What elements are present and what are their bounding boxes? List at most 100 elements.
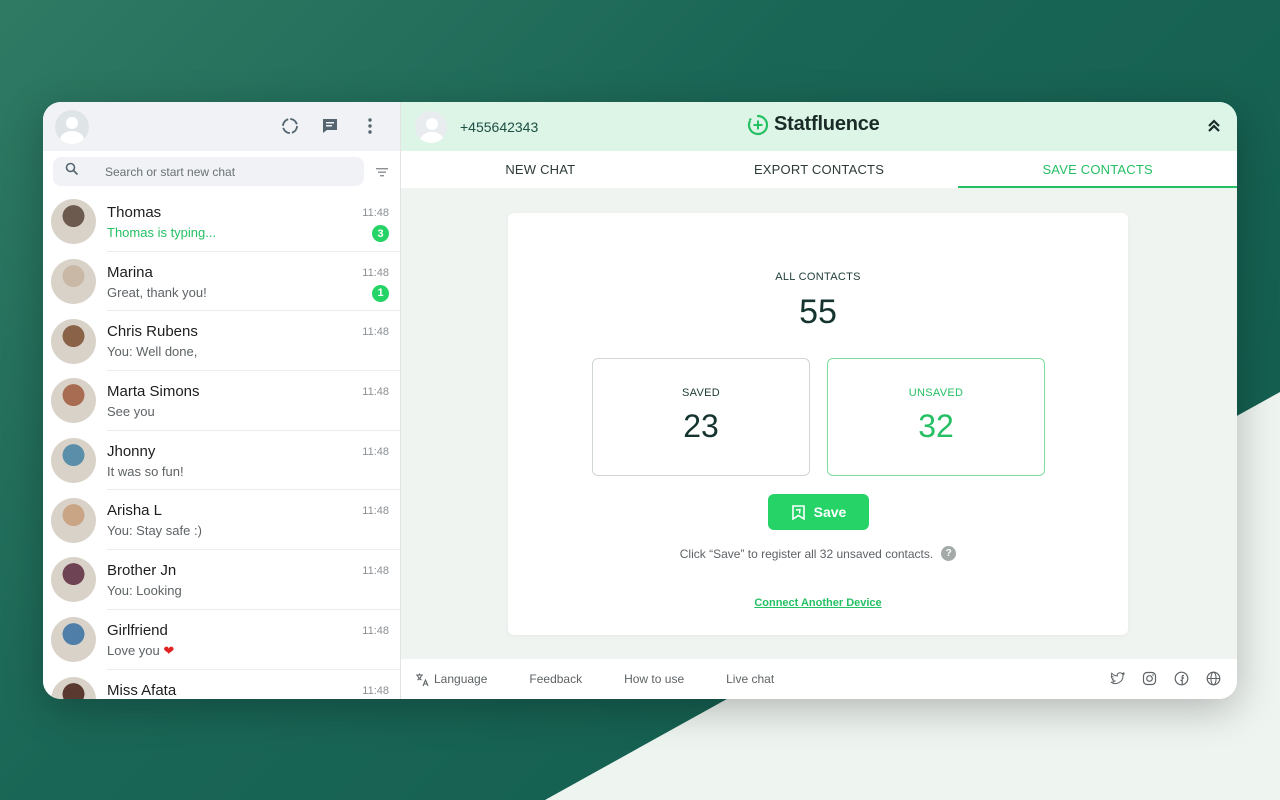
chat-list-item[interactable]: JhonnyIt was so fun!11:48 [43,431,400,491]
sidebar-header-actions [280,116,380,136]
all-contacts-label: ALL CONTACTS [508,271,1128,283]
chat-last-message: Thomas is typing... [107,224,400,242]
main-header: +455642343 Statfluence [401,102,1237,151]
chat-avatar [51,557,96,602]
tab-save-contacts[interactable]: SAVE CONTACTS [958,151,1237,188]
chat-list: ThomasThomas is typing...11:483MarinaGre… [43,192,400,699]
save-hint: Click “Save” to register all 32 unsaved … [508,546,1128,561]
brand-logo: Statfluence [747,113,880,136]
chat-last-message-text: It was so fun! [107,464,184,479]
chat-time: 11:48 [362,386,389,398]
chat-last-message: You: Stay safe :) [107,522,400,540]
chat-name: Girlfriend [107,622,400,640]
save-button-label: Save [814,504,847,520]
chat-name: Thomas [107,204,400,222]
save-icon [791,505,806,520]
save-button[interactable]: Save [768,494,869,530]
content-area: ALL CONTACTS 55 SAVED 23 UNSAVED 32 Save… [401,188,1237,659]
chat-body: MarinaGreat, thank you!11:481 [107,252,400,312]
chat-avatar [51,438,96,483]
saved-value: 23 [593,408,809,445]
chat-last-message-text: You: Looking [107,583,182,598]
app-window: ThomasThomas is typing...11:483MarinaGre… [43,102,1237,699]
phone-number: +455642343 [460,119,538,135]
language-link[interactable]: Language [415,672,487,687]
help-icon[interactable]: ? [941,546,956,561]
chat-body: Brother Jn You: Looking 11:48 [107,550,400,610]
sidebar-header [43,102,400,151]
status-icon[interactable] [280,116,300,136]
chat-list-item[interactable]: GirlfriendLove you ❤11:48 [43,610,400,670]
chat-last-message: Love you ❤ [107,642,400,660]
facebook-icon[interactable] [1174,671,1189,686]
all-contacts-value: 55 [508,293,1128,332]
chat-list-item[interactable]: Marta Simons See you 11:48 [43,371,400,431]
profile-avatar[interactable] [55,110,89,144]
chat-avatar [51,259,96,304]
collapse-chevrons-icon[interactable] [1205,117,1223,135]
unsaved-label: UNSAVED [828,387,1044,399]
chat-list-item[interactable]: Arisha LYou: Stay safe :)11:48 [43,490,400,550]
saved-box: SAVED 23 [592,358,810,476]
chat-last-message-text: You: Stay safe :) [107,523,202,538]
save-contacts-card: ALL CONTACTS 55 SAVED 23 UNSAVED 32 Save… [508,213,1128,635]
chat-body: ThomasThomas is typing...11:483 [107,192,400,252]
unread-badge: 3 [372,225,389,242]
chat-last-message-text: See you [107,404,155,419]
chat-avatar [51,498,96,543]
heart-icon: ❤ [160,643,175,658]
chat-list-item[interactable]: MarinaGreat, thank you!11:481 [43,252,400,312]
chat-list-item[interactable]: Miss Afata11:48 [43,670,400,700]
search-row [43,151,400,192]
new-chat-icon[interactable] [320,116,340,136]
chat-name: Marta Simons [107,383,400,401]
chat-last-message: See you [107,403,400,421]
chat-body: Chris Rubens You: Well done, 11:48 [107,311,400,371]
chat-body: Arisha LYou: Stay safe :)11:48 [107,490,400,550]
chat-list-item[interactable]: Brother Jn You: Looking 11:48 [43,550,400,610]
chat-last-message-text: You: Well done, [107,344,197,359]
live-chat-link[interactable]: Live chat [726,672,774,686]
chat-name: Arisha L [107,502,400,520]
tab-export-contacts[interactable]: EXPORT CONTACTS [680,151,959,188]
chat-name: Brother Jn [107,562,400,580]
chat-time: 11:48 [362,446,389,458]
chat-last-message-text: Thomas is typing... [107,225,216,240]
chat-list-item[interactable]: Chris Rubens You: Well done, 11:48 [43,311,400,371]
twitter-icon[interactable] [1110,671,1125,686]
brand-name: Statfluence [774,113,880,136]
globe-icon[interactable] [1206,671,1221,686]
chat-last-message-text: Great, thank you! [107,285,207,300]
chat-last-message-text: Love you [107,643,160,658]
chat-time: 11:48 [362,685,389,697]
connect-device-link[interactable]: Connect Another Device [508,597,1128,609]
chat-avatar [51,677,96,699]
chat-body: GirlfriendLove you ❤11:48 [107,610,400,670]
translate-icon [415,672,430,687]
chat-time: 11:48 [362,326,389,338]
contact-avatar[interactable] [415,111,447,143]
filter-icon[interactable] [374,164,390,180]
chat-avatar [51,199,96,244]
unread-badge: 1 [372,285,389,302]
search-input[interactable] [105,165,305,179]
tab-new-chat[interactable]: NEW CHAT [401,151,680,188]
chat-time: 11:48 [362,565,389,577]
chat-name: Chris Rubens [107,323,400,341]
how-to-use-link[interactable]: How to use [624,672,684,686]
chat-last-message: You: Looking [107,582,400,600]
menu-icon[interactable] [360,116,380,136]
search-box[interactable] [53,157,364,186]
unsaved-box: UNSAVED 32 [827,358,1045,476]
chat-time: 11:48 [362,267,389,279]
chat-last-message: It was so fun! [107,463,400,481]
chat-body: Marta Simons See you 11:48 [107,371,400,431]
feedback-link[interactable]: Feedback [529,672,582,686]
statfluence-logo-icon [747,114,769,136]
chat-name: Miss Afata [107,682,400,700]
instagram-icon[interactable] [1142,671,1157,686]
footer-bar: Language Feedback How to use Live chat [401,659,1237,699]
chat-list-item[interactable]: ThomasThomas is typing...11:483 [43,192,400,252]
tab-bar: NEW CHAT EXPORT CONTACTS SAVE CONTACTS [401,151,1237,188]
chat-last-message: Great, thank you! [107,284,400,302]
